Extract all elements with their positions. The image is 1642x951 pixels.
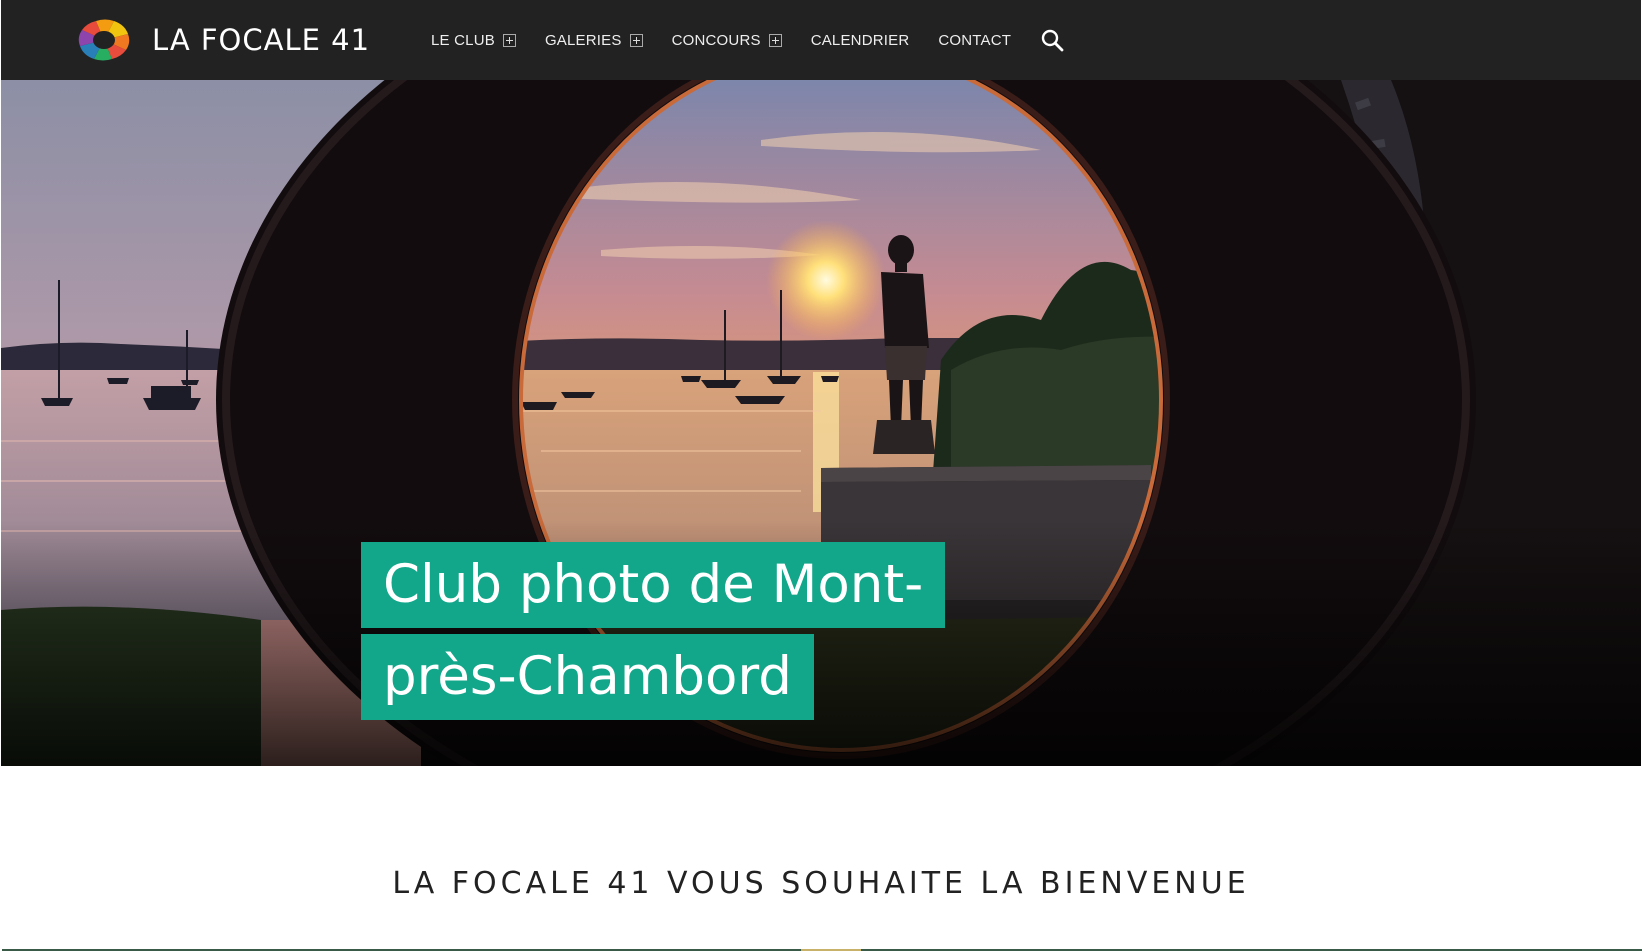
hero-banner: Club photo de Mont- près-Chambord [1, 80, 1641, 766]
welcome-heading: LA FOCALE 41 VOUS SOUHAITE LA BIENVENUE [392, 866, 1250, 901]
nav-item-le-club[interactable]: LE CLUB [431, 32, 516, 49]
main-nav: LE CLUB GALERIES CONCOURS CALENDRIER CON… [431, 0, 1064, 80]
hero-title: Club photo de Mont- près-Chambord [361, 542, 1061, 726]
nav-item-galeries[interactable]: GALERIES [545, 32, 643, 49]
camera-aperture-icon [78, 19, 130, 61]
site-header: LA FOCALE 41 LE CLUB GALERIES CONCOURS C… [1, 0, 1641, 80]
expand-plus-icon[interactable] [768, 33, 782, 47]
nav-item-label: CONTACT [938, 31, 1012, 49]
nav-item-contact[interactable]: CONTACT [938, 32, 1011, 49]
site-title: LA FOCALE 41 [152, 23, 371, 57]
nav-item-label: GALERIES [544, 31, 622, 49]
nav-item-label: CALENDRIER [810, 31, 910, 49]
nav-item-label: LE CLUB [431, 31, 495, 49]
page: LA FOCALE 41 LE CLUB GALERIES CONCOURS C… [0, 0, 1642, 951]
expand-plus-icon[interactable] [502, 33, 516, 47]
site-logo-link[interactable]: LA FOCALE 41 [72, 18, 370, 62]
search-icon[interactable] [1040, 28, 1064, 52]
welcome-section: LA FOCALE 41 VOUS SOUHAITE LA BIENVENUE [1, 766, 1642, 951]
hero-title-line-2: près-Chambord [361, 634, 814, 720]
nav-item-label: CONCOURS [671, 31, 761, 49]
nav-item-concours[interactable]: CONCOURS [672, 32, 782, 49]
nav-item-calendrier[interactable]: CALENDRIER [811, 32, 910, 49]
expand-plus-icon[interactable] [629, 33, 643, 47]
hero-title-line-1: Club photo de Mont- [361, 542, 946, 628]
